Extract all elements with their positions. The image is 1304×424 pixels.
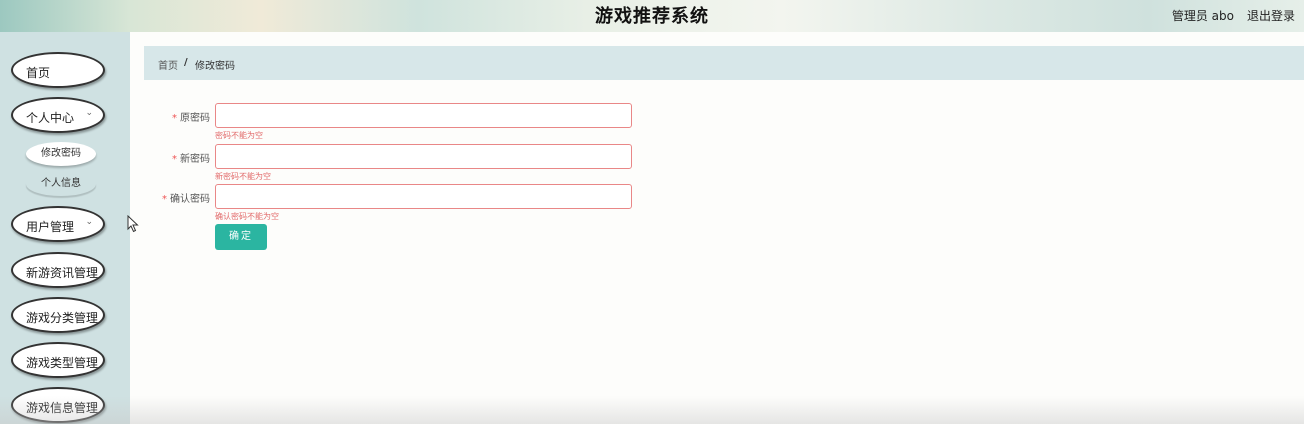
confirm-password-field[interactable] <box>215 184 632 209</box>
sidebar-item-label: 个人中心 <box>26 111 75 125</box>
sidebar-item-label: 用户管理 <box>26 220 75 234</box>
sidebar-item-game-category[interactable]: 游戏分类管理 <box>11 297 105 333</box>
sidebar-item-label: 游戏分类管理 <box>26 311 99 325</box>
new-password-label: * 新密码 <box>130 150 210 165</box>
sidebar-item-label: 新游资讯管理 <box>26 266 99 280</box>
sidebar-item-label: 首页 <box>26 66 51 80</box>
required-mark: * <box>172 154 177 165</box>
new-password-label-text: 新密码 <box>180 154 210 165</box>
required-mark: * <box>162 194 167 205</box>
breadcrumb-home-link[interactable]: 首页 <box>158 57 178 72</box>
sidebar-item-user-management[interactable]: 用户管理 ⌄ <box>11 206 105 242</box>
sidebar-item-game-type[interactable]: 游戏类型管理 <box>11 342 105 378</box>
sidebar-item-personal-center[interactable]: 个人中心 ⌄ <box>11 97 105 133</box>
mouse-cursor-icon <box>127 215 139 233</box>
old-password-error: 密码不能为空 <box>215 131 263 140</box>
chevron-down-icon: ⌄ <box>85 108 93 118</box>
sidebar-item-game-news[interactable]: 新游资讯管理 <box>11 252 105 288</box>
header-bar: 游戏推荐系统 管理员 abo 退出登录 <box>0 0 1304 32</box>
confirm-password-label-text: 确认密码 <box>170 194 210 205</box>
sidebar-item-label: 游戏类型管理 <box>26 356 99 370</box>
current-user: 管理员 abo <box>1171 9 1234 23</box>
new-password-error: 新密码不能为空 <box>215 172 271 181</box>
sidebar-item-game-info[interactable]: 游戏信息管理 <box>11 387 105 423</box>
submit-button[interactable]: 确定 <box>215 224 267 250</box>
new-password-field[interactable] <box>215 144 632 169</box>
breadcrumb: 首页 / 修改密码 <box>144 46 1304 80</box>
app-title: 游戏推荐系统 <box>595 6 709 27</box>
sidebar-subitem-change-password[interactable]: 修改密码 <box>26 142 96 166</box>
breadcrumb-current: 修改密码 <box>195 61 235 72</box>
sidebar: 首页 个人中心 ⌄ 修改密码 个人信息 用户管理 ⌄ 新游资讯管理 游戏分类管理… <box>0 32 130 424</box>
required-mark: * <box>172 113 177 124</box>
breadcrumb-separator: / <box>184 57 188 68</box>
confirm-password-label: * 确认密码 <box>130 190 210 205</box>
main-content: 首页 / 修改密码 * 原密码 密码不能为空 * 新密码 新密码不能为空 * 确认密码… <box>130 32 1304 424</box>
old-password-label: * 原密码 <box>130 109 210 124</box>
chevron-down-icon: ⌄ <box>85 217 93 227</box>
old-password-label-text: 原密码 <box>180 113 210 124</box>
old-password-field[interactable] <box>215 103 632 128</box>
sidebar-item-home[interactable]: 首页 <box>11 52 105 88</box>
logout-link[interactable]: 退出登录 <box>1247 7 1295 24</box>
confirm-password-error: 确认密码不能为空 <box>215 212 279 221</box>
sidebar-item-label: 游戏信息管理 <box>26 401 99 415</box>
sidebar-subitem-personal-info[interactable]: 个人信息 <box>26 172 96 196</box>
